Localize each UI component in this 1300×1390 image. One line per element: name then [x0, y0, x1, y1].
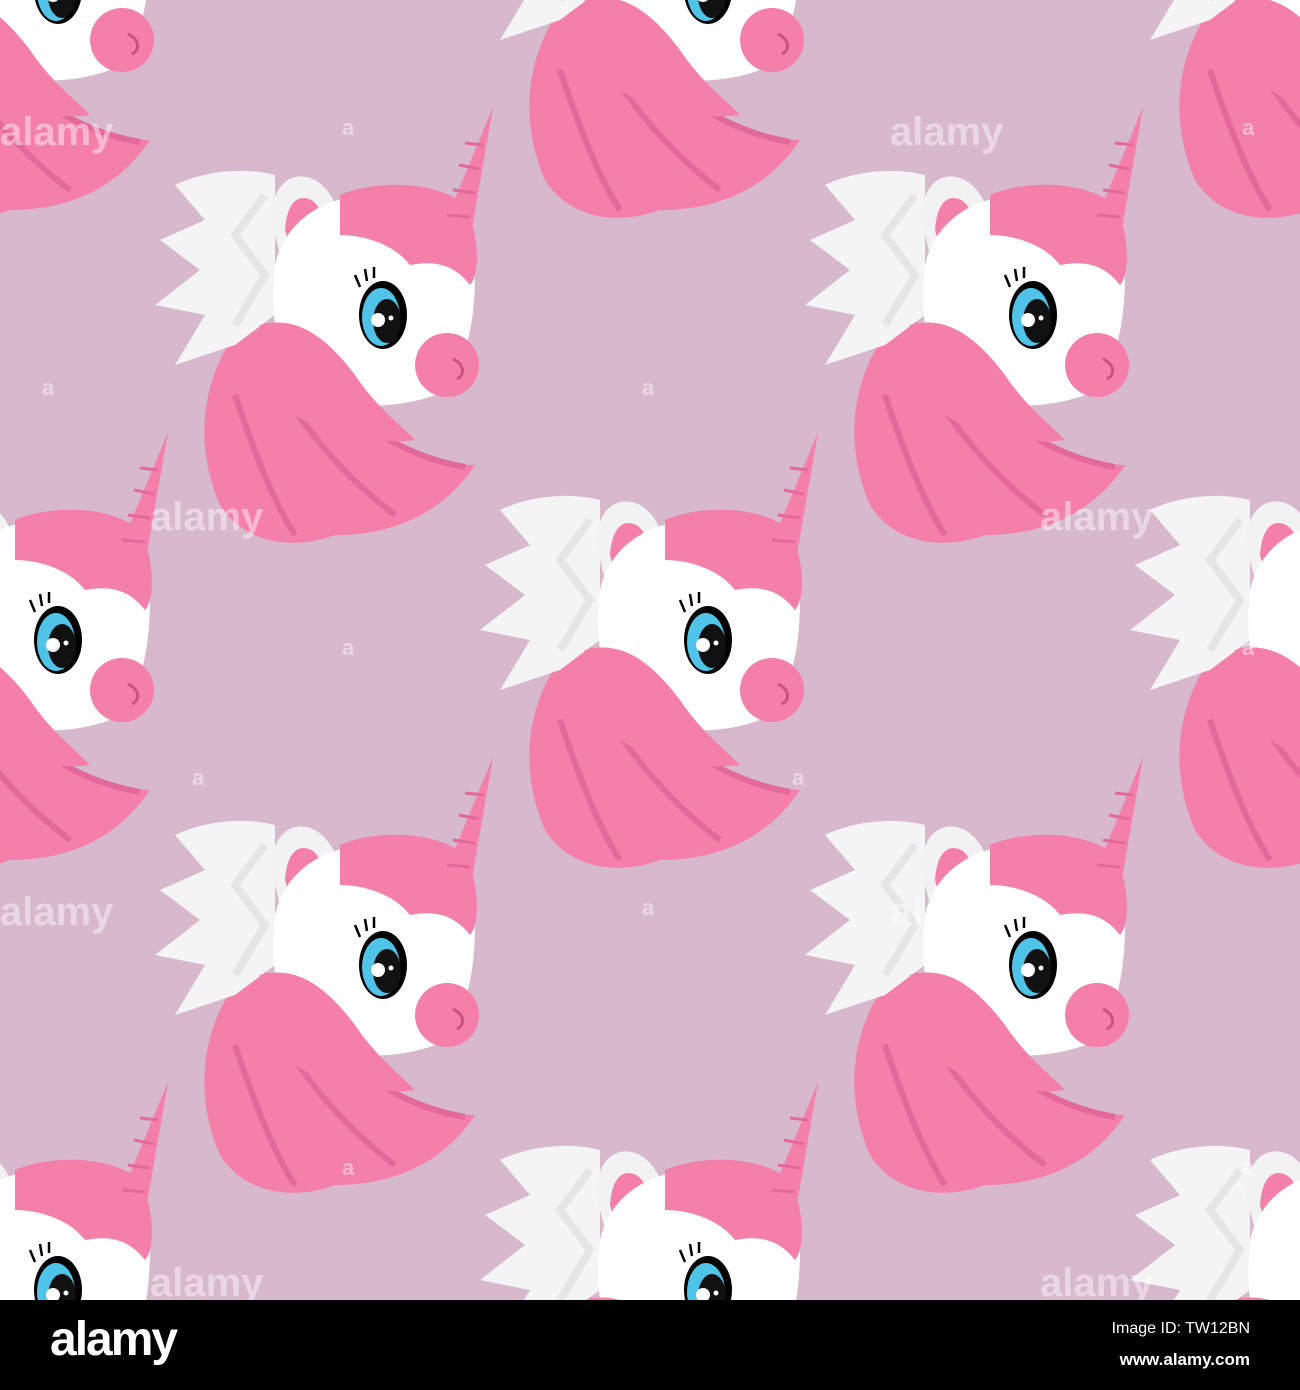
watermark: alamy — [1040, 495, 1154, 539]
watermark-letter: a — [342, 1155, 355, 1180]
watermark: alamy — [150, 1261, 264, 1300]
watermark-letter: a — [342, 115, 355, 140]
watermark: alamy — [890, 890, 1004, 934]
watermark-letter: a — [42, 375, 55, 400]
watermark-letter: a — [1242, 1155, 1255, 1180]
watermark-letter: a — [192, 765, 205, 790]
watermark-letter: a — [642, 375, 655, 400]
footer-bar: alamy Image ID: TW12BN www.alamy.com — [0, 1300, 1300, 1390]
watermark-letter: a — [1242, 635, 1255, 660]
watermark-letter: a — [642, 895, 655, 920]
watermark-letter: a — [1242, 115, 1255, 140]
website-link[interactable]: www.alamy.com — [1120, 1350, 1250, 1370]
image-id: Image ID: TW12BN — [1111, 1320, 1250, 1337]
watermark-letter: a — [792, 765, 805, 790]
unicorn-tiled-background — [0, 0, 1300, 1300]
watermark-letter: a — [342, 635, 355, 660]
watermark: alamy — [890, 110, 1004, 154]
watermark: alamy — [150, 495, 264, 539]
watermark: alamy — [0, 110, 114, 154]
watermark: alamy — [1040, 1261, 1154, 1300]
alamy-logo: alamy — [50, 1313, 178, 1366]
unicorn-pattern: alamy alamy alamy alamy alamy alamy alam… — [0, 0, 1300, 1300]
watermark: alamy — [0, 890, 114, 934]
